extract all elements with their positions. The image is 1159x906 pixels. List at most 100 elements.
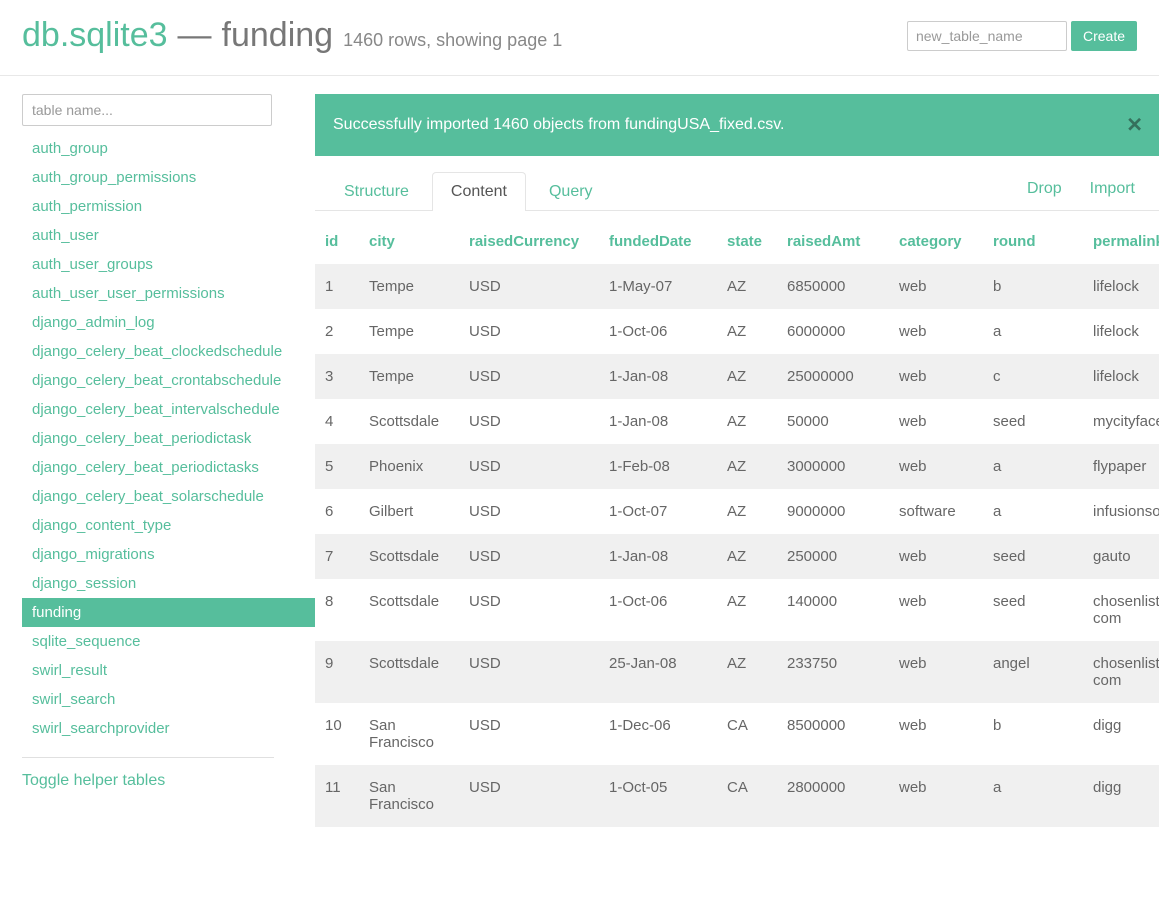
column-header-id[interactable]: id — [315, 219, 359, 264]
tab-content[interactable]: Content — [432, 172, 526, 211]
cell-raisedCurrency: USD — [459, 444, 599, 489]
page-header: db.sqlite3 — funding 1460 rows, showing … — [0, 0, 1159, 76]
table-row[interactable]: 2TempeUSD1-Oct-06AZ6000000webalifelock — [315, 309, 1159, 354]
table-row[interactable]: 8ScottsdaleUSD1-Oct-06AZ140000webseedcho… — [315, 579, 1159, 641]
table-row[interactable]: 7ScottsdaleUSD1-Jan-08AZ250000webseedgau… — [315, 534, 1159, 579]
cell-category: web — [889, 641, 983, 703]
cell-round: a — [983, 765, 1083, 827]
table-row[interactable]: 11San FranciscoUSD1-Oct-05CA2800000webad… — [315, 765, 1159, 827]
column-header-state[interactable]: state — [717, 219, 777, 264]
sidebar-item-sqlite_sequence[interactable]: sqlite_sequence — [22, 627, 315, 656]
sidebar-item-swirl_search[interactable]: swirl_search — [22, 685, 315, 714]
cell-state: AZ — [717, 444, 777, 489]
cell-id: 6 — [315, 489, 359, 534]
cell-permalink: digg — [1083, 703, 1159, 765]
sidebar-item-django_celery_beat_periodictask[interactable]: django_celery_beat_periodictask — [22, 424, 315, 453]
sidebar-item-django_celery_beat_solarschedule[interactable]: django_celery_beat_solarschedule — [22, 482, 315, 511]
cell-id: 2 — [315, 309, 359, 354]
close-icon[interactable]: ✕ — [1126, 113, 1143, 138]
db-name-link[interactable]: db.sqlite3 — [22, 16, 168, 55]
cell-fundedDate: 1-Feb-08 — [599, 444, 717, 489]
column-header-raisedCurrency[interactable]: raisedCurrency — [459, 219, 599, 264]
column-header-fundedDate[interactable]: fundedDate — [599, 219, 717, 264]
cell-category: web — [889, 354, 983, 399]
table-row[interactable]: 3TempeUSD1-Jan-08AZ25000000webclifelock — [315, 354, 1159, 399]
cell-state: AZ — [717, 309, 777, 354]
cell-raisedCurrency: USD — [459, 534, 599, 579]
column-header-category[interactable]: category — [889, 219, 983, 264]
sidebar-item-swirl_result[interactable]: swirl_result — [22, 656, 315, 685]
column-header-round[interactable]: round — [983, 219, 1083, 264]
sidebar-item-auth_user[interactable]: auth_user — [22, 221, 315, 250]
import-link[interactable]: Import — [1090, 180, 1135, 198]
sidebar-item-django_content_type[interactable]: django_content_type — [22, 511, 315, 540]
cell-category: web — [889, 444, 983, 489]
cell-category: web — [889, 765, 983, 827]
table-row[interactable]: 5PhoenixUSD1-Feb-08AZ3000000webaflypaper — [315, 444, 1159, 489]
cell-raisedCurrency: USD — [459, 489, 599, 534]
table-filter-input[interactable] — [22, 94, 272, 126]
cell-id: 9 — [315, 641, 359, 703]
cell-permalink: lifelock — [1083, 354, 1159, 399]
table-row[interactable]: 9ScottsdaleUSD25-Jan-08AZ233750webangelc… — [315, 641, 1159, 703]
cell-permalink: lifelock — [1083, 309, 1159, 354]
table-row[interactable]: 10San FranciscoUSD1-Dec-06CA8500000webbd… — [315, 703, 1159, 765]
toggle-helper-tables-link[interactable]: Toggle helper tables — [22, 772, 165, 789]
sidebar-item-django_session[interactable]: django_session — [22, 569, 315, 598]
cell-permalink: mycityfaces — [1083, 399, 1159, 444]
cell-city: Phoenix — [359, 444, 459, 489]
main-content: Successfully imported 1460 objects from … — [315, 76, 1159, 827]
new-table-name-input[interactable] — [907, 21, 1067, 51]
sidebar-item-django_celery_beat_crontabschedule[interactable]: django_celery_beat_crontabschedule — [22, 366, 315, 395]
sidebar-item-auth_user_user_permissions[interactable]: auth_user_user_permissions — [22, 279, 315, 308]
column-header-permalink[interactable]: permalink — [1083, 219, 1159, 264]
cell-fundedDate: 1-Dec-06 — [599, 703, 717, 765]
tab-query[interactable]: Query — [530, 172, 612, 211]
sidebar-item-auth_permission[interactable]: auth_permission — [22, 192, 315, 221]
cell-id: 5 — [315, 444, 359, 489]
cell-fundedDate: 1-Oct-06 — [599, 579, 717, 641]
drop-table-link[interactable]: Drop — [1027, 180, 1062, 198]
sidebar-item-django_migrations[interactable]: django_migrations — [22, 540, 315, 569]
data-scroll[interactable]: idcityraisedCurrencyfundedDatestateraise… — [315, 211, 1159, 827]
cell-fundedDate: 1-Oct-07 — [599, 489, 717, 534]
table-row[interactable]: 1TempeUSD1-May-07AZ6850000webblifelock — [315, 264, 1159, 309]
sidebar-item-auth_group_permissions[interactable]: auth_group_permissions — [22, 163, 315, 192]
success-alert: Successfully imported 1460 objects from … — [315, 94, 1159, 156]
tab-structure[interactable]: Structure — [325, 172, 428, 211]
sidebar-item-django_celery_beat_intervalschedule[interactable]: django_celery_beat_intervalschedule — [22, 395, 315, 424]
column-header-raisedAmt[interactable]: raisedAmt — [777, 219, 889, 264]
cell-city: Tempe — [359, 309, 459, 354]
cell-permalink: chosenlist-com — [1083, 641, 1159, 703]
create-table-button[interactable]: Create — [1071, 21, 1137, 51]
column-header-city[interactable]: city — [359, 219, 459, 264]
sidebar-item-django_celery_beat_clockedschedule[interactable]: django_celery_beat_clockedschedule — [22, 337, 315, 366]
cell-state: AZ — [717, 579, 777, 641]
cell-fundedDate: 1-Jan-08 — [599, 399, 717, 444]
cell-permalink: flypaper — [1083, 444, 1159, 489]
sidebar-item-django_admin_log[interactable]: django_admin_log — [22, 308, 315, 337]
cell-city: Scottsdale — [359, 399, 459, 444]
table-row[interactable]: 4ScottsdaleUSD1-Jan-08AZ50000webseedmyci… — [315, 399, 1159, 444]
cell-raisedCurrency: USD — [459, 579, 599, 641]
sidebar-item-swirl_searchprovider[interactable]: swirl_searchprovider — [22, 714, 315, 743]
sidebar-item-django_celery_beat_periodictasks[interactable]: django_celery_beat_periodictasks — [22, 453, 315, 482]
cell-raisedAmt: 9000000 — [777, 489, 889, 534]
cell-id: 10 — [315, 703, 359, 765]
sidebar-item-funding[interactable]: funding — [22, 598, 315, 627]
cell-state: AZ — [717, 641, 777, 703]
cell-round: seed — [983, 534, 1083, 579]
cell-raisedAmt: 2800000 — [777, 765, 889, 827]
tabs-left: StructureContentQuery — [325, 172, 616, 210]
table-name: funding — [222, 16, 334, 55]
sidebar-item-auth_user_groups[interactable]: auth_user_groups — [22, 250, 315, 279]
cell-city: Scottsdale — [359, 534, 459, 579]
tabs-row: StructureContentQuery Drop Import — [315, 172, 1159, 211]
table-body: 1TempeUSD1-May-07AZ6850000webblifelock2T… — [315, 264, 1159, 827]
cell-raisedAmt: 6850000 — [777, 264, 889, 309]
table-row[interactable]: 6GilbertUSD1-Oct-07AZ9000000softwareainf… — [315, 489, 1159, 534]
cell-id: 8 — [315, 579, 359, 641]
sidebar-item-auth_group[interactable]: auth_group — [22, 134, 315, 163]
sidebar-divider — [22, 757, 274, 758]
cell-permalink: lifelock — [1083, 264, 1159, 309]
